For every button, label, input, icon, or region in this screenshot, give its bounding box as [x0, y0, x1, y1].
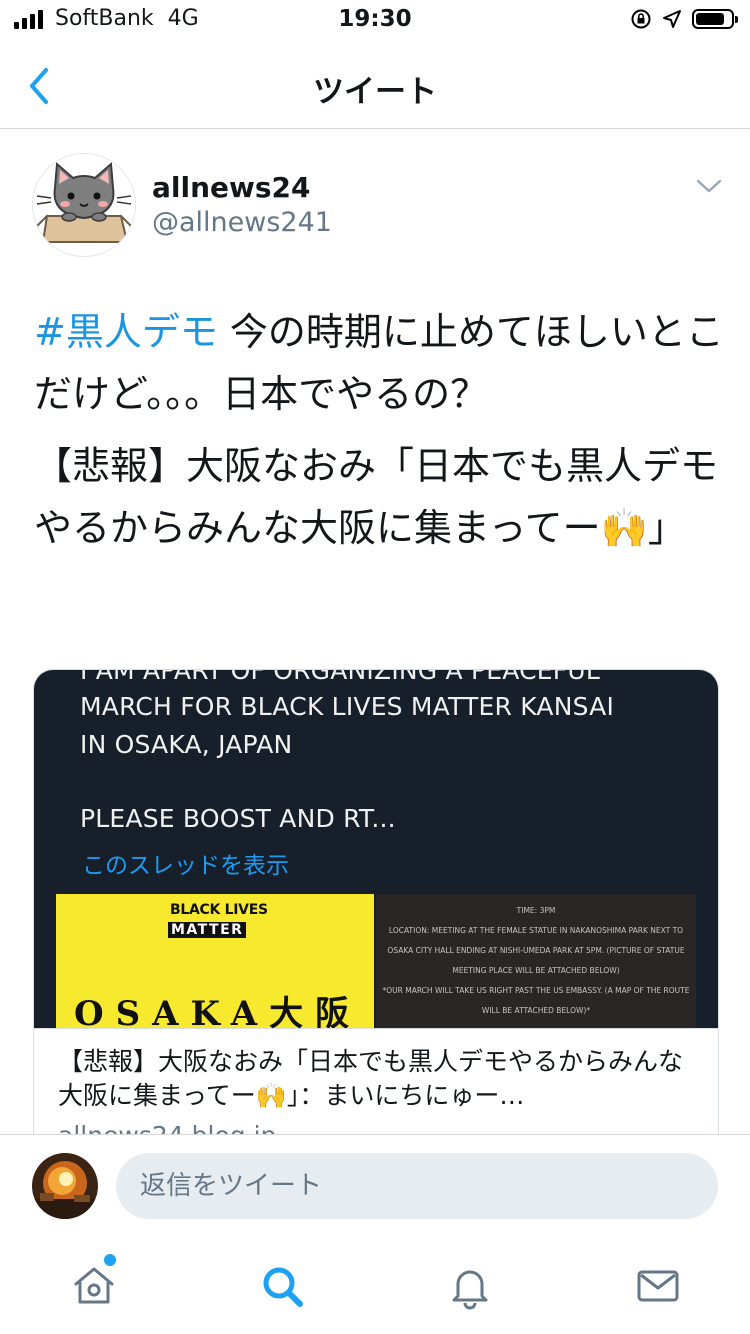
blm-flyer-yellow: BLACK LIVES MATTER OSAKA大阪: [56, 894, 374, 1028]
user-handle[interactable]: @allnews241: [152, 207, 332, 238]
tab-messages[interactable]: [634, 1262, 682, 1310]
tweet-text: #黒人デモ 今の時期に止めてほしいとこだけど。。。日本でやるの？ 【悲報】大阪な…: [34, 301, 724, 559]
reply-bar: 返信をツイート: [0, 1134, 750, 1237]
tweet-paragraph-2: 【悲報】大阪なおみ「日本でも黒人デモやるからみんな大阪に集まってー🙌」: [34, 444, 719, 550]
card-image-line2: MARCH FOR BLACK LIVES MATTER KANSAI: [80, 692, 615, 721]
flyer-details: TIME: 3PM LOCATION: MEETING AT THE FEMAL…: [376, 894, 696, 1028]
search-icon: [263, 1267, 303, 1307]
location-arrow-icon: [663, 10, 681, 28]
avatar[interactable]: [32, 153, 136, 257]
flyer-line: TIME: 3PM: [516, 906, 556, 915]
more-options-button[interactable]: [694, 175, 724, 197]
display-name[interactable]: allnews24: [152, 171, 311, 204]
chevron-down-icon: [696, 179, 722, 193]
rotation-lock-icon: [631, 9, 651, 29]
card-title: 【悲報】大阪なおみ「日本でも黒人デモやるからみんな大阪に集まってー🙌」：まいにち…: [58, 1047, 684, 1110]
osaka-text: OSAKA大阪: [74, 994, 362, 1028]
my-avatar[interactable]: [32, 1153, 98, 1219]
cat-avatar-icon: [33, 154, 135, 256]
nav-bar: ツイート: [0, 44, 750, 129]
mail-icon: [637, 1270, 679, 1302]
reply-input[interactable]: 返信をツイート: [116, 1153, 718, 1219]
hashtag-link[interactable]: #黒人デモ: [34, 310, 218, 354]
tab-home[interactable]: [70, 1262, 118, 1310]
card-image-line3: IN OSAKA, JAPAN: [80, 730, 293, 759]
card-image-line-cut: I AM APART OF ORGANIZING A PEACEFUL: [80, 670, 600, 685]
battery-icon: [692, 9, 738, 29]
tab-notifications[interactable]: [446, 1262, 494, 1310]
bell-icon: [452, 1270, 488, 1310]
home-icon: [74, 1267, 114, 1304]
card-image-line4: PLEASE BOOST AND RT...: [80, 804, 396, 833]
page-title: ツイート: [313, 74, 437, 110]
tab-search[interactable]: [258, 1262, 306, 1310]
flyer-line: MEETING PLACE WILL BE ATTACHED BELOW): [452, 966, 620, 975]
show-thread-link: このスレッドを表示: [82, 853, 289, 879]
status-bar: SoftBank 4G 19:30: [0, 0, 750, 40]
blm-line1: BLACK LIVES: [170, 902, 268, 918]
flyer-line: OSAKA CITY HALL ENDING AT NISHI-UMEDA PA…: [387, 946, 685, 955]
tweet-paragraph-1: #黒人デモ 今の時期に止めてほしいとこだけど。。。日本でやるの？: [34, 301, 724, 425]
flyer-line: WILL BE ATTACHED BELOW)*: [481, 1006, 591, 1015]
card-meta: 【悲報】大阪なおみ「日本でも黒人デモやるからみんな大阪に集まってー🙌」：まいにち…: [34, 1028, 718, 1150]
flyer-line: *OUR MARCH WILL TAKE US RIGHT PAST THE U…: [382, 986, 690, 995]
flyer-line: LOCATION: MEETING AT THE FEMALE STATUE I…: [388, 926, 684, 935]
card-image: I AM APART OF ORGANIZING A PEACEFUL MARC…: [34, 670, 718, 1028]
blm-line2: MATTER: [168, 922, 247, 938]
fire-avatar-icon: [32, 1153, 98, 1219]
link-card[interactable]: I AM APART OF ORGANIZING A PEACEFUL MARC…: [33, 669, 719, 1151]
tab-bar: [0, 1236, 750, 1334]
home-notification-dot: [104, 1254, 116, 1266]
